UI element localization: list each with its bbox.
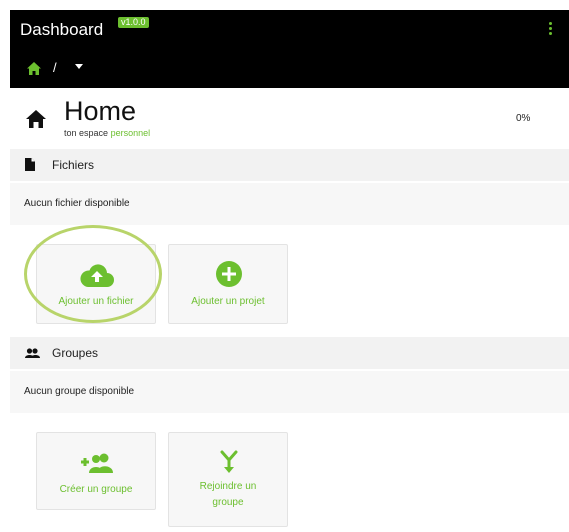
groups-heading: Groupes: [52, 346, 99, 360]
groups-section-header: Groupes: [10, 337, 569, 369]
page-title: Home: [64, 96, 137, 126]
groups-empty-state: Aucun groupe disponible: [10, 371, 569, 413]
breadcrumb-separator: /: [53, 60, 57, 75]
merge-icon: [220, 450, 238, 473]
version-badge: v1.0.0: [118, 17, 149, 28]
progress-percent: 0%: [516, 113, 531, 124]
more-menu-icon[interactable]: [549, 22, 553, 38]
create-group-button[interactable]: Créer un groupe: [36, 432, 156, 510]
files-empty-state: Aucun fichier disponible: [10, 183, 569, 225]
create-group-label: Créer un groupe: [59, 484, 133, 495]
breadcrumb-home-icon[interactable]: [27, 62, 41, 75]
add-file-label: Ajouter un fichier: [58, 296, 134, 307]
files-heading: Fichiers: [52, 158, 95, 172]
home-icon: [26, 110, 46, 128]
page-subtitle: ton espace personnel: [64, 128, 150, 138]
top-app-bar: Dashboard v1.0.0 /: [10, 10, 569, 88]
group-icon: [25, 348, 40, 358]
breadcrumb-dropdown-icon[interactable]: [75, 64, 83, 69]
files-empty-text: Aucun fichier disponible: [24, 198, 130, 209]
join-group-label: Rejoindre un groupe: [199, 481, 257, 508]
cloud-upload-icon: [80, 264, 114, 287]
groups-empty-text: Aucun groupe disponible: [24, 386, 135, 397]
add-project-button[interactable]: Ajouter un projet: [168, 244, 288, 324]
app-title: Dashboard: [20, 20, 104, 39]
plus-circle-icon: [216, 261, 242, 287]
subtitle-text: ton espace: [64, 128, 109, 138]
add-group-icon: [81, 453, 113, 473]
add-file-button[interactable]: Ajouter un fichier: [36, 244, 156, 324]
file-icon: [25, 158, 35, 171]
subtitle-accent: personnel: [110, 128, 151, 138]
add-project-label: Ajouter un projet: [191, 296, 265, 307]
join-group-button[interactable]: Rejoindre un groupe: [168, 432, 288, 527]
files-section-header: Fichiers: [10, 149, 569, 181]
